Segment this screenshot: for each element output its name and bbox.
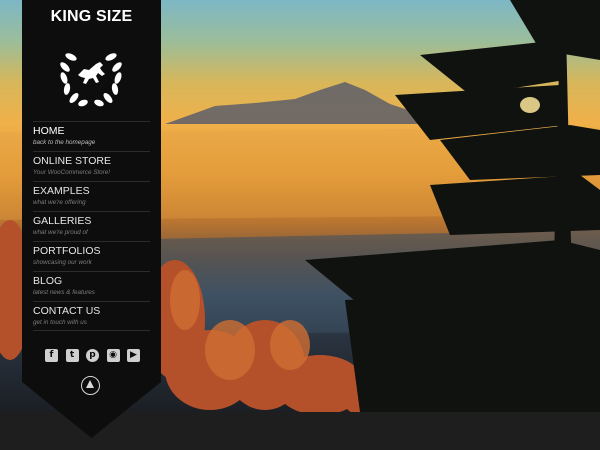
nav-item-title[interactable]: CONTACT US [33,305,150,318]
nav-item-blog[interactable]: BLOG latest news & features [33,271,150,301]
nav-item-title[interactable]: EXAMPLES [33,185,150,198]
laurel-horse-logo-icon[interactable] [56,40,126,110]
social-links: f t p ◉ ▶ [45,349,140,362]
nav-item-online-store[interactable]: ONLINE STORE Your WooCommerce Store! [33,151,150,181]
nav-item-subtitle: what we're offering [33,199,86,206]
nav-item-galleries[interactable]: GALLERIES what we're proud of [33,211,150,241]
nav-item-subtitle: get in touch with us [33,319,87,326]
nav-item-title[interactable]: GALLERIES [33,215,150,228]
main-menu: HOME back to the homepage ONLINE STORE Y… [33,121,150,331]
nav-item-subtitle: latest news & features [33,289,95,296]
nav-item-title[interactable]: PORTFOLIOS [33,245,150,258]
scroll-up-arrow-icon[interactable] [81,376,100,395]
pinterest-icon[interactable]: p [86,349,99,362]
nav-item-subtitle: back to the homepage [33,139,96,146]
youtube-icon[interactable]: ▶ [127,349,140,362]
nav-item-subtitle: showcasing our work [33,259,92,266]
twitter-icon[interactable]: t [65,349,79,362]
nav-item-examples[interactable]: EXAMPLES what we're offering [33,181,150,211]
nav-item-home[interactable]: HOME back to the homepage [33,121,150,151]
facebook-icon[interactable]: f [45,349,58,362]
nav-item-title[interactable]: BLOG [33,275,150,288]
nav-item-subtitle: Your WooCommerce Store! [33,169,110,176]
instagram-icon[interactable]: ◉ [106,349,120,362]
sidebar-navigation: KING SIZE HOME back to the homepage ONLI… [22,0,161,438]
nav-item-title[interactable]: ONLINE STORE [33,155,150,168]
nav-item-contact-us[interactable]: CONTACT US get in touch with us [33,301,150,331]
nav-item-title[interactable]: HOME [33,125,150,138]
site-title[interactable]: KING SIZE [22,8,161,26]
nav-item-subtitle: what we're proud of [33,229,88,236]
nav-item-portfolios[interactable]: PORTFOLIOS showcasing our work [33,241,150,271]
